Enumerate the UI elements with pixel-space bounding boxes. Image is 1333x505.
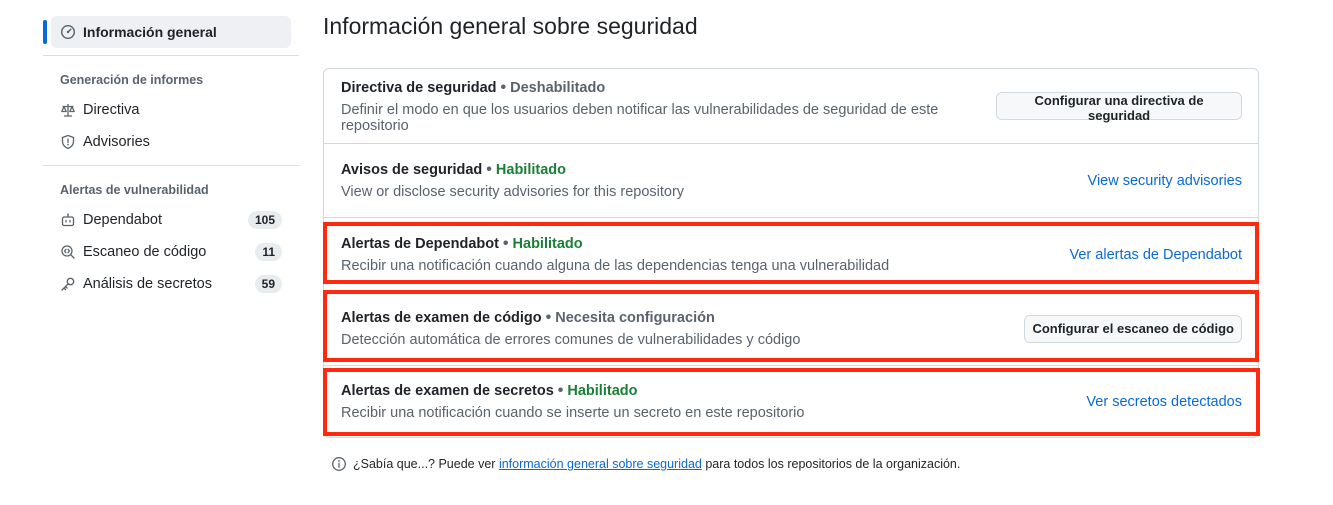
configure-security-policy-button[interactable]: Configurar una directiva de seguridad bbox=[996, 92, 1242, 123]
status-separator: • bbox=[557, 382, 564, 399]
sidebar-item-code-scanning[interactable]: Escaneo de código 11 bbox=[51, 236, 291, 268]
row-heading: Avisos de seguridad • Habilitado bbox=[341, 161, 684, 179]
dependabot-alerts-row: Alertas de Dependabot • Habilitado Recibir… bbox=[324, 217, 1258, 291]
code-scan-icon bbox=[60, 244, 76, 260]
status-label: Habilitado bbox=[567, 383, 638, 399]
row-description: Definir el modo en que los usuarios debe… bbox=[341, 101, 939, 134]
security-features-list: Directiva de seguridad • Deshabilitado Def… bbox=[323, 68, 1259, 438]
row-title: Alertas de examen de código bbox=[341, 310, 542, 326]
row-title: Alertas de Dependabot bbox=[341, 236, 499, 252]
sidebar-divider bbox=[43, 165, 299, 166]
page-title: Información general sobre seguridad bbox=[323, 13, 698, 39]
sidebar-item-overview[interactable]: Información general bbox=[43, 16, 291, 48]
secret-scanning-count-badge: 59 bbox=[254, 275, 282, 293]
security-policy-row: Directiva de seguridad • Deshabilitado Def… bbox=[324, 69, 1258, 143]
security-sidebar: Información general Generación de inform… bbox=[43, 16, 299, 300]
row-heading: Alertas de examen de secretos • Habilitado bbox=[341, 382, 804, 400]
view-security-advisories-link[interactable]: View security advisories bbox=[1088, 173, 1242, 189]
row-description: Recibir una notificación cuando se inser… bbox=[341, 405, 805, 421]
sidebar-item-label: Advisories bbox=[83, 134, 150, 150]
row-text: Alertas de examen de código • Necesita con… bbox=[341, 309, 800, 348]
security-overview-page: Información general Generación de inform… bbox=[0, 0, 1333, 505]
sidebar-group-title-vulnerability-alerts: Alertas de vulnerabilidad bbox=[60, 183, 209, 197]
code-scanning-alerts-row: Alertas de examen de código • Necesita con… bbox=[324, 291, 1258, 365]
row-heading: Alertas de Dependabot • Habilitado bbox=[341, 235, 889, 253]
view-dependabot-alerts-link[interactable]: Ver alertas de Dependabot bbox=[1069, 247, 1242, 263]
status-separator: • bbox=[500, 78, 507, 96]
sidebar-item-label: Análisis de secretos bbox=[83, 276, 212, 292]
sidebar-item-policy[interactable]: Directiva bbox=[51, 94, 291, 126]
dependabot-icon bbox=[60, 212, 76, 228]
security-overview-link[interactable]: información general sobre seguridad bbox=[499, 457, 702, 471]
row-description: Recibir una notificación cuando alguna d… bbox=[341, 258, 890, 274]
info-icon bbox=[331, 456, 347, 472]
status-label: Habilitado bbox=[512, 236, 583, 252]
sidebar-item-secret-scanning[interactable]: Análisis de secretos 59 bbox=[51, 268, 291, 300]
row-title: Alertas de examen de secretos bbox=[341, 383, 554, 399]
status-separator: • bbox=[545, 309, 552, 326]
row-heading: Alertas de examen de código • Necesita con… bbox=[341, 309, 800, 327]
row-text: Avisos de seguridad • Habilitado View or d… bbox=[341, 161, 684, 200]
sidebar-item-advisories[interactable]: Advisories bbox=[51, 126, 291, 158]
status-separator: • bbox=[502, 235, 509, 252]
status-label: Habilitado bbox=[495, 162, 566, 178]
row-title: Avisos de seguridad bbox=[341, 162, 483, 178]
shield-icon bbox=[60, 134, 76, 150]
footnote-prefix: ¿Sabía que...? Puede ver bbox=[353, 457, 496, 471]
sidebar-item-label: Escaneo de código bbox=[83, 244, 207, 260]
secret-scanning-alerts-row: Alertas de examen de secretos • Habilitado… bbox=[324, 365, 1258, 437]
dependabot-count-badge: 105 bbox=[247, 211, 282, 229]
row-text: Directiva de seguridad • Deshabilitado Def… bbox=[341, 79, 996, 134]
row-heading: Directiva de seguridad • Deshabilitado bbox=[341, 79, 996, 97]
law-icon bbox=[60, 102, 76, 118]
configure-code-scanning-button[interactable]: Configurar el escaneo de código bbox=[1024, 314, 1242, 343]
sidebar-item-label: Información general bbox=[83, 24, 217, 40]
row-title: Directiva de seguridad bbox=[341, 79, 497, 96]
sidebar-item-label: Dependabot bbox=[83, 212, 163, 228]
sidebar-item-dependabot[interactable]: Dependabot 105 bbox=[51, 204, 291, 236]
row-description: Detección automática de errores comunes … bbox=[341, 332, 801, 348]
security-advisories-row: Avisos de seguridad • Habilitado View or d… bbox=[324, 143, 1258, 217]
footnote: ¿Sabía que...? Puede ver información gen… bbox=[331, 456, 960, 472]
row-text: Alertas de examen de secretos • Habilitado… bbox=[341, 382, 804, 421]
row-description: View or disclose security advisories for… bbox=[341, 184, 685, 200]
footnote-suffix: para todos los repositorios de la organi… bbox=[705, 457, 961, 471]
sidebar-group-title-reports: Generación de informes bbox=[60, 73, 204, 87]
status-label: Deshabilitado bbox=[510, 79, 606, 96]
row-text: Alertas de Dependabot • Habilitado Recibir… bbox=[341, 235, 889, 274]
view-detected-secrets-link[interactable]: Ver secretos detectados bbox=[1086, 394, 1242, 410]
sidebar-item-label: Directiva bbox=[83, 102, 140, 118]
key-icon bbox=[60, 276, 76, 292]
code-scanning-count-badge: 11 bbox=[255, 243, 282, 261]
sidebar-divider bbox=[43, 55, 299, 56]
status-separator: • bbox=[486, 161, 492, 178]
shield-check-icon bbox=[60, 24, 76, 40]
status-label: Necesita configuración bbox=[555, 310, 715, 326]
footnote-text: ¿Sabía que...? Puede ver información gen… bbox=[353, 457, 960, 471]
